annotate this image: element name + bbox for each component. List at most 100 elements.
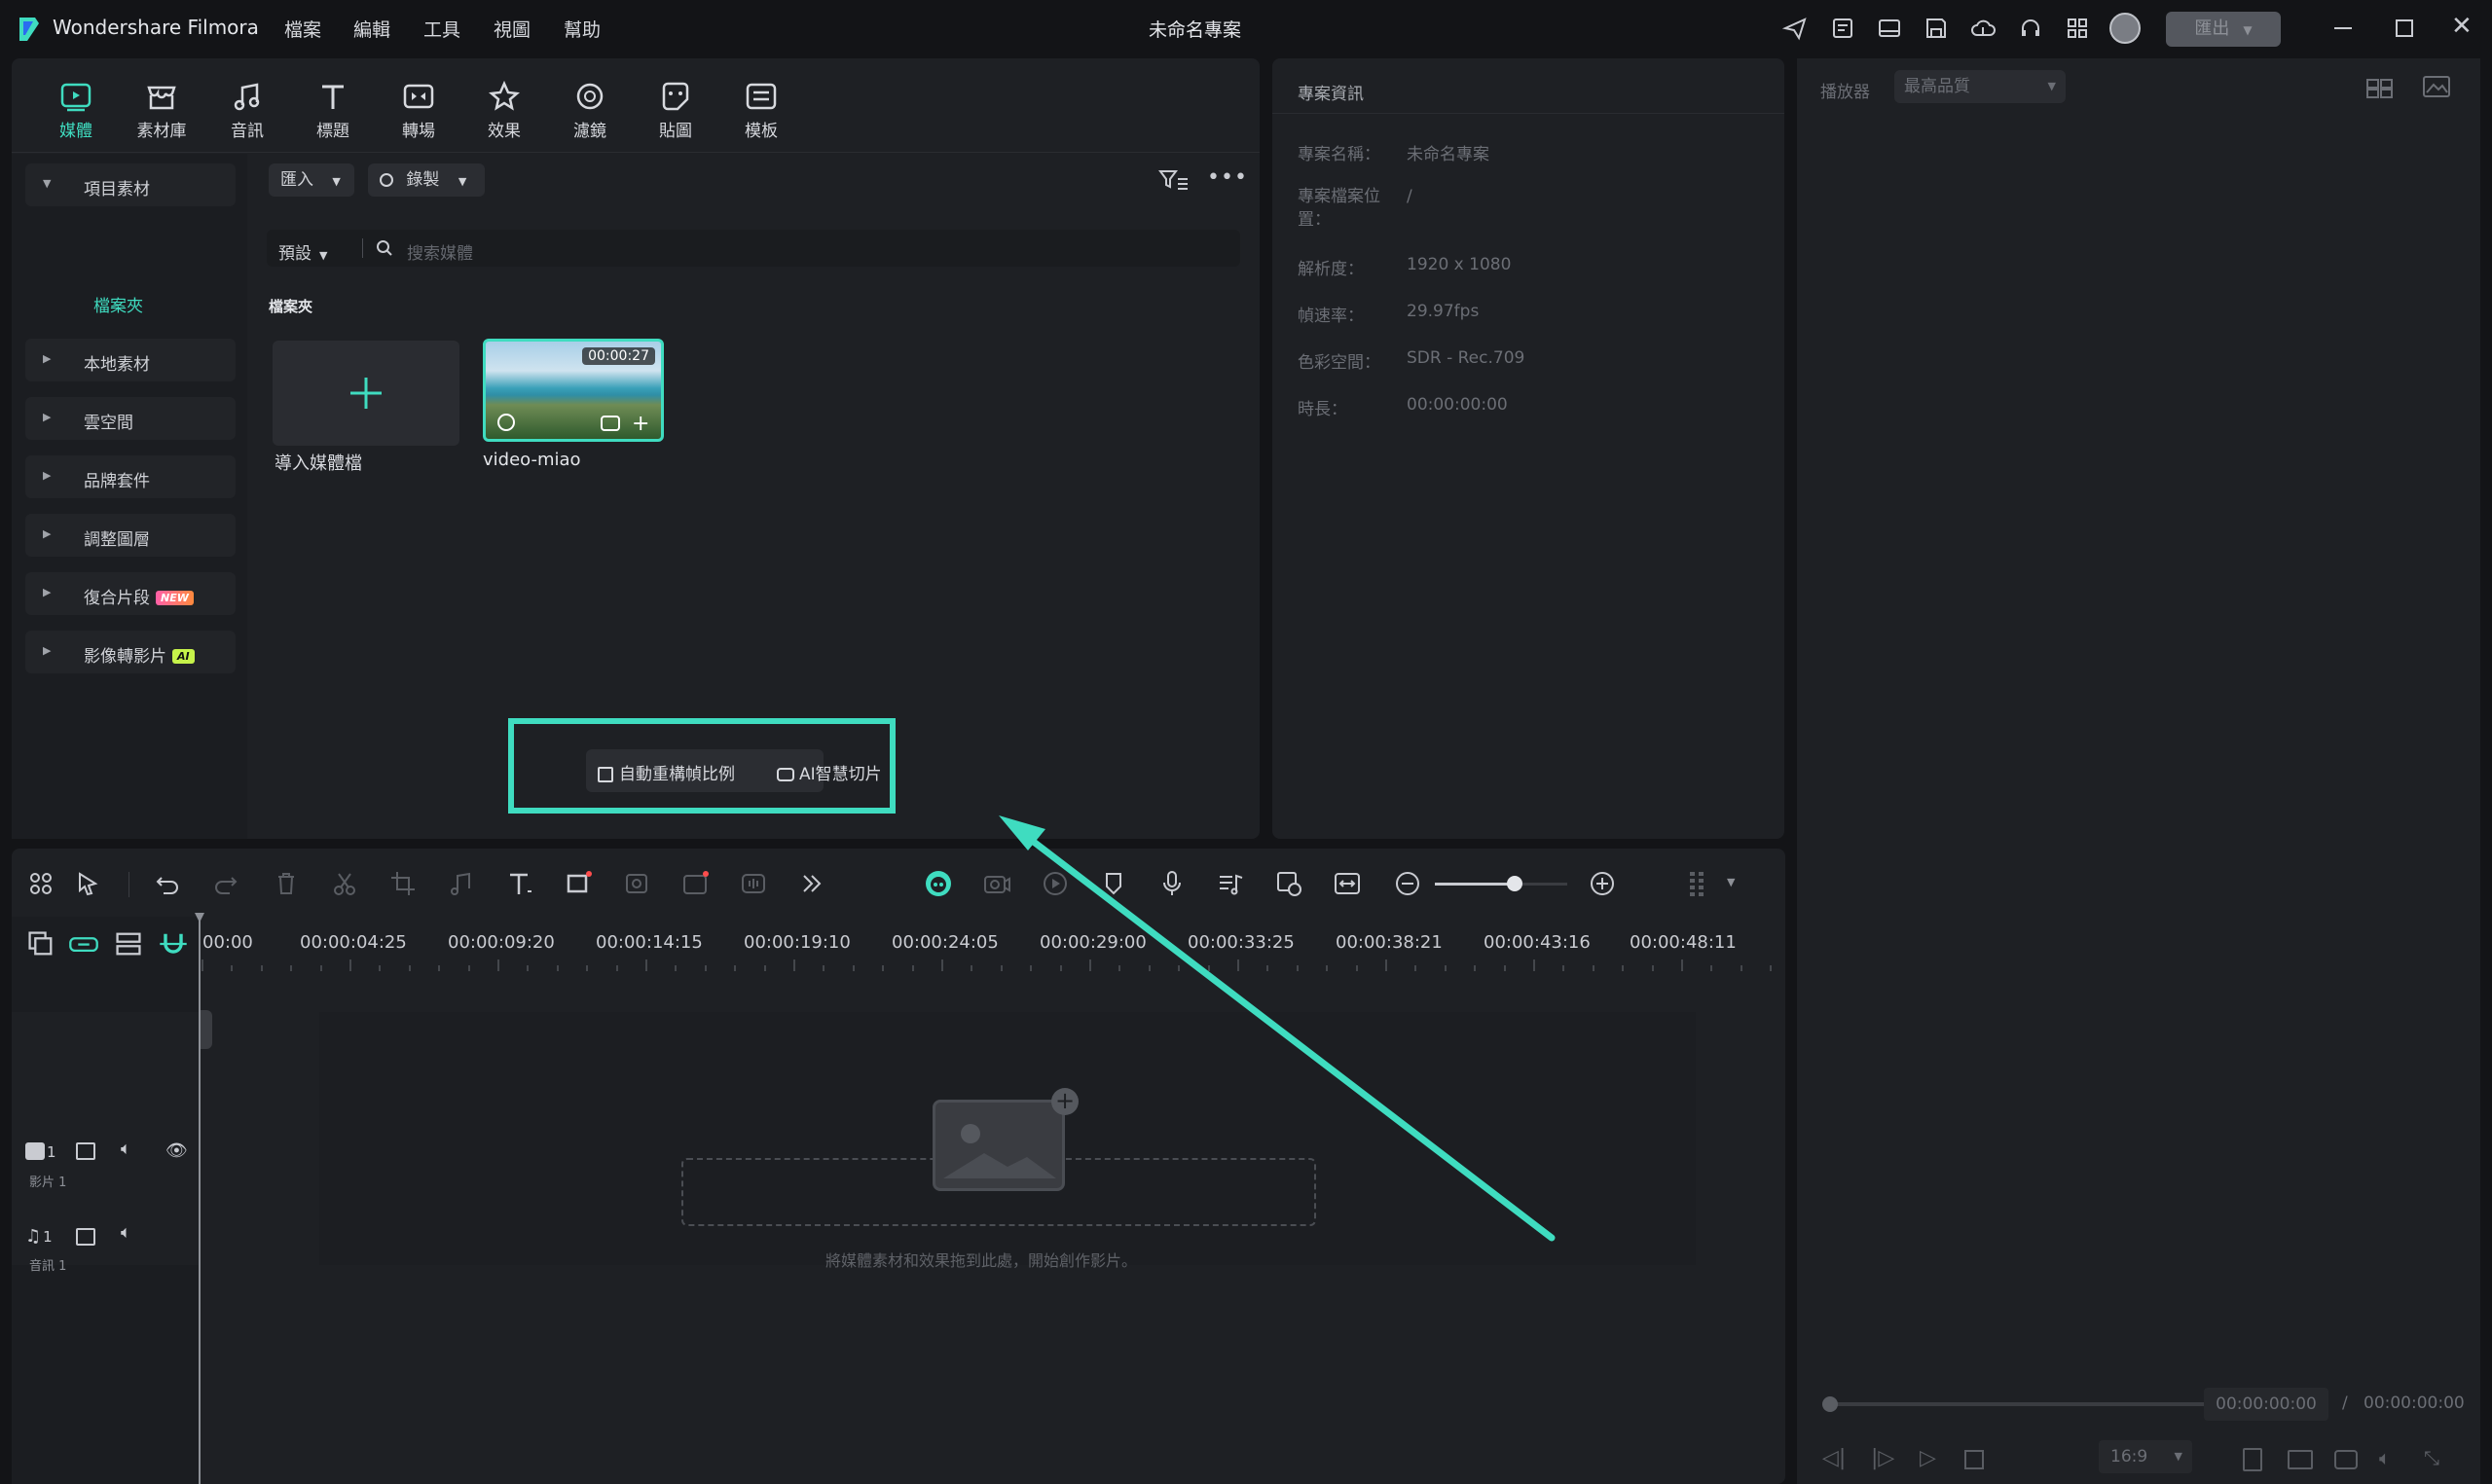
tab-template[interactable]: 模板: [730, 80, 792, 141]
record-dropdown[interactable]: 錄製 ▼: [368, 163, 485, 197]
tab-filter[interactable]: 濾鏡: [559, 80, 621, 141]
tab-media[interactable]: 媒體: [45, 80, 107, 141]
aspect-ratio-dropdown[interactable]: 16:9 ▼: [2099, 1440, 2192, 1473]
more-tools-icon[interactable]: [796, 868, 827, 899]
render-preview-icon[interactable]: [2243, 1448, 2262, 1471]
sidebar-item-compound-clip[interactable]: ▶ 復合片段 NEW: [25, 572, 236, 615]
import-dropdown[interactable]: 匯入 ▼: [269, 163, 354, 197]
save-icon[interactable]: [1923, 15, 1950, 42]
filter-sort-icon[interactable]: [1158, 167, 1190, 197]
preview-icon[interactable]: [497, 414, 515, 431]
auto-reframe-button[interactable]: 自動重構幀比例: [598, 760, 735, 784]
sidebar-item-cloud[interactable]: ▶ 雲空間: [25, 397, 236, 440]
audio-wave-icon[interactable]: [738, 868, 769, 899]
link-icon[interactable]: [68, 928, 98, 956]
volume-icon[interactable]: 🔈︎: [2379, 1446, 2391, 1469]
magnet-snap-icon[interactable]: [158, 928, 187, 956]
lock-track-icon[interactable]: [76, 1142, 95, 1160]
audio-detach-icon[interactable]: [446, 868, 477, 899]
fullscreen-icon[interactable]: ⤡: [2424, 1446, 2439, 1469]
tab-stock[interactable]: 素材庫: [130, 80, 193, 141]
sidebar-item-image-to-video[interactable]: ▶ 影像轉影片 AI: [25, 631, 236, 673]
more-options-icon[interactable]: •••: [1207, 165, 1248, 190]
playback-scrubber[interactable]: [1822, 1396, 1838, 1412]
menu-view[interactable]: 視圖: [494, 16, 531, 42]
export-button[interactable]: 匯出 ▼: [2166, 12, 2281, 47]
shape-tool-icon[interactable]: [563, 868, 594, 899]
track-layout-icon[interactable]: [1682, 868, 1713, 899]
add-to-timeline-icon[interactable]: +: [632, 414, 649, 435]
undo-icon[interactable]: [152, 868, 183, 899]
zoom-in-icon[interactable]: [1587, 868, 1618, 899]
sidebar-item-folder[interactable]: 檔案夾: [93, 292, 143, 316]
play-icon[interactable]: ▷: [1920, 1446, 1936, 1470]
zoom-slider-track[interactable]: [1435, 876, 1567, 891]
send-icon[interactable]: [1781, 15, 1809, 42]
menu-help[interactable]: 幫助: [564, 16, 601, 42]
tab-title[interactable]: 標題: [302, 80, 364, 141]
marker-icon[interactable]: [1098, 868, 1129, 899]
display-icon[interactable]: [2288, 1450, 2313, 1469]
task-list-icon[interactable]: [1829, 15, 1856, 42]
tab-audio[interactable]: 音訊: [216, 80, 278, 141]
playhead[interactable]: [199, 913, 201, 1484]
import-media-tile[interactable]: [273, 341, 459, 446]
split-icon[interactable]: [329, 868, 360, 899]
grid-view-icon[interactable]: [2365, 76, 2395, 103]
fit-timeline-icon[interactable]: [1332, 868, 1363, 899]
auto-play-icon[interactable]: [1040, 868, 1071, 899]
zoom-slider-handle[interactable]: [1506, 876, 1522, 891]
lock-track-icon[interactable]: [76, 1228, 95, 1246]
ai-camera-icon[interactable]: [981, 868, 1012, 899]
close-icon[interactable]: ✕: [2451, 12, 2473, 41]
headset-icon[interactable]: [2017, 15, 2044, 42]
sidebar-item-adjustment-layer[interactable]: ▶ 調整圖層: [25, 514, 236, 557]
ai-mascot-icon[interactable]: [923, 868, 954, 899]
add-track-icon[interactable]: [25, 928, 53, 956]
text-tool-icon[interactable]: [504, 868, 535, 899]
quality-dropdown[interactable]: 最高品質 ▼: [1894, 70, 2066, 103]
ai-text-icon[interactable]: [679, 868, 711, 899]
prev-frame-icon[interactable]: ◁|: [1822, 1446, 1846, 1470]
tab-effects[interactable]: 效果: [473, 80, 535, 141]
crop-icon[interactable]: [387, 868, 419, 899]
eye-icon[interactable]: 👁︎: [165, 1140, 188, 1161]
replace-media-icon[interactable]: [1273, 868, 1304, 899]
track-manager-icon[interactable]: [113, 928, 141, 956]
image-icon[interactable]: [2422, 74, 2451, 103]
zoom-out-icon[interactable]: [1392, 868, 1423, 899]
search-input[interactable]: 搜索媒體: [407, 239, 473, 264]
layout-icon[interactable]: [1876, 15, 1903, 42]
select-tool-icon[interactable]: [72, 868, 103, 899]
video-thumbnail[interactable]: 00:00:27 +: [483, 339, 664, 442]
cloud-upload-icon[interactable]: [1969, 15, 1997, 42]
apps-grid-icon[interactable]: [2064, 15, 2091, 42]
microphone-icon[interactable]: [1156, 868, 1188, 899]
chevron-down-icon[interactable]: ▼: [1727, 876, 1735, 888]
menu-edit[interactable]: 編輯: [353, 16, 390, 42]
stop-icon[interactable]: [1964, 1450, 1984, 1469]
playback-progress-track[interactable]: [1822, 1402, 2223, 1406]
ai-smart-cut-button[interactable]: AI智慧切片: [777, 760, 882, 784]
snapshot-icon[interactable]: [2334, 1450, 2358, 1469]
menu-tools[interactable]: 工具: [423, 16, 460, 42]
current-time[interactable]: 00:00:00:00: [2204, 1388, 2328, 1421]
menu-file[interactable]: 檔案: [284, 16, 321, 42]
audio-mix-icon[interactable]: [1215, 868, 1246, 899]
sidebar-item-brand-kit[interactable]: ▶ 品牌套件: [25, 455, 236, 498]
ai-tool-icon[interactable]: [601, 416, 620, 431]
next-frame-icon[interactable]: |▷: [1871, 1446, 1894, 1470]
sort-dropdown[interactable]: 預設 ▼: [278, 239, 327, 264]
redo-icon[interactable]: [210, 868, 241, 899]
user-avatar[interactable]: [2109, 13, 2141, 44]
restore-icon[interactable]: [2396, 19, 2413, 37]
tab-sticker[interactable]: 貼圖: [644, 80, 707, 141]
tab-transition[interactable]: 轉場: [387, 80, 450, 141]
mute-track-icon[interactable]: 🔈︎: [121, 1139, 131, 1159]
ai-color-icon[interactable]: [621, 868, 652, 899]
sidebar-item-local[interactable]: ▶ 本地素材: [25, 339, 236, 381]
sidebar-item-project-media[interactable]: ▼ 項目素材: [25, 163, 236, 206]
delete-icon[interactable]: [271, 868, 302, 899]
minimize-icon[interactable]: [2334, 27, 2352, 29]
mute-track-icon[interactable]: 🔈︎: [121, 1222, 131, 1243]
